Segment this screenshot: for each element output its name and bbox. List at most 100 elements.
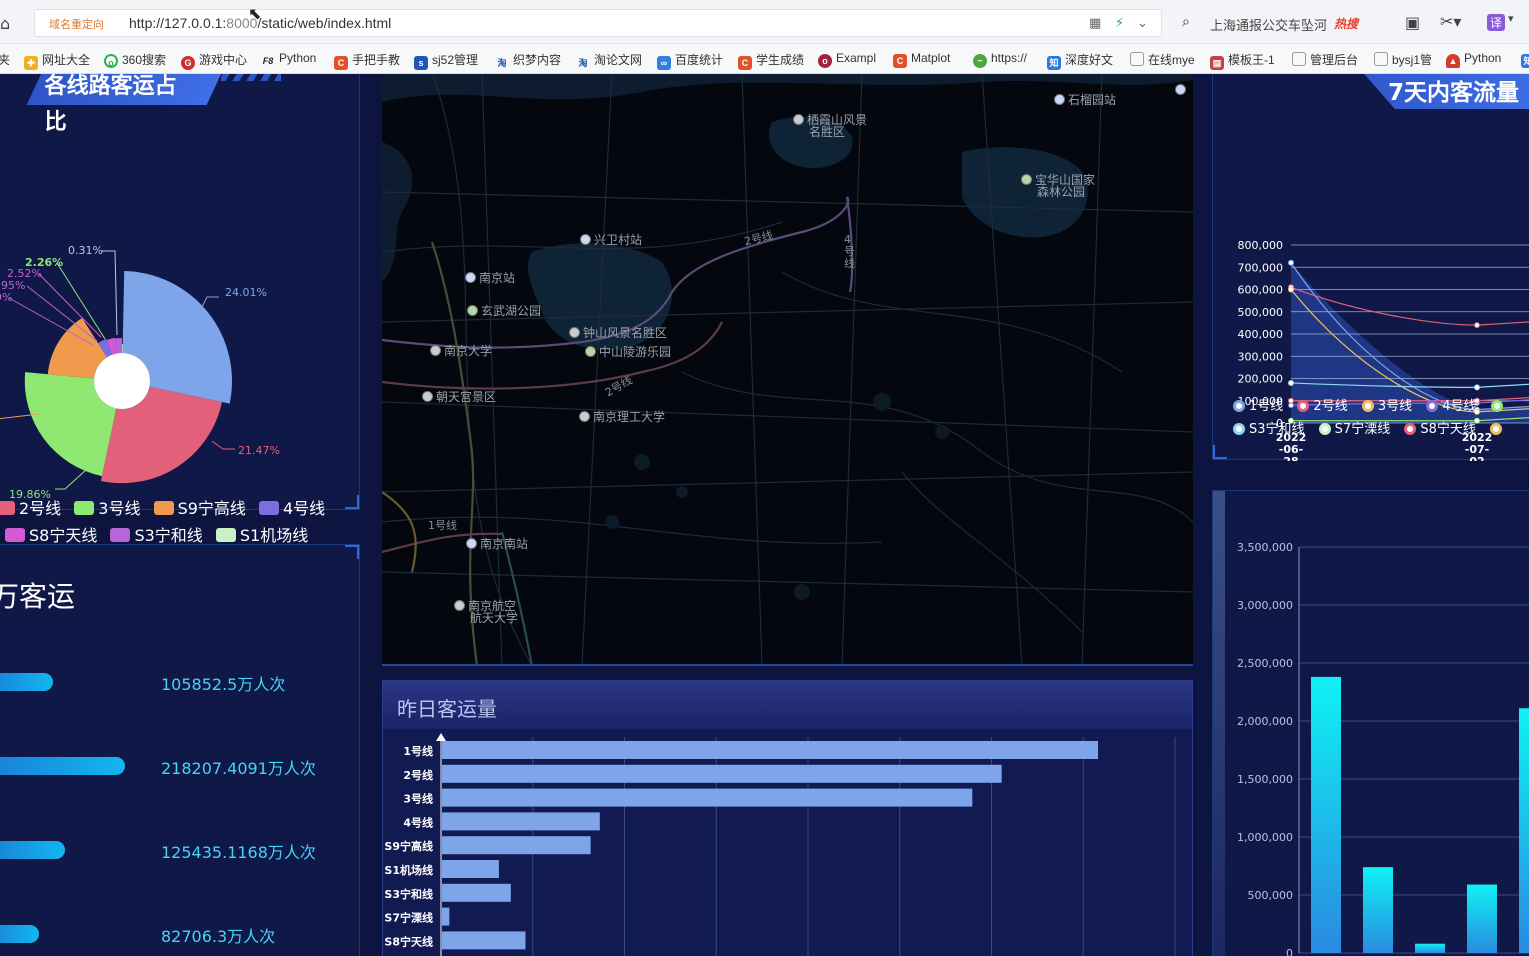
legend-label[interactable]: 1号线 — [1249, 399, 1283, 414]
park — [794, 584, 810, 600]
bookmark-19[interactable]: bysj1管 — [1374, 51, 1432, 67]
bookmark-6[interactable]: C 手把手教 — [334, 51, 400, 70]
poi-xuanwu[interactable]: 玄武湖公园 — [467, 305, 541, 317]
poi-qixia[interactable]: 栖霞山风景 名胜区 — [793, 114, 867, 138]
series-point — [1288, 259, 1294, 266]
poi-zhongshanling[interactable]: 中山陵游乐园 — [585, 346, 671, 358]
poi-nju[interactable]: 南京大学 — [430, 345, 492, 357]
map-view[interactable]: 栖霞山风景 名胜区 石榴园站 宝华山国家 森林公园 兴卫村站 南京站 玄武湖公园 钟… — [382, 74, 1193, 666]
bookmark-11[interactable]: C 学生成绩 — [738, 51, 804, 70]
bookmark-1[interactable]: 夹 — [0, 51, 10, 67]
progress-value: 125435.1168万人次 — [161, 843, 316, 862]
poi-icon — [1054, 94, 1065, 105]
bookmark-20[interactable]: ▲ Python — [1446, 51, 1501, 68]
pie-label-2: 21.47% — [238, 444, 280, 457]
bookmark-10[interactable]: ∞ 百度统计 — [657, 51, 723, 70]
mobanwang-icon: ▤ — [1210, 56, 1224, 70]
legend-label[interactable]: 4号线 — [1442, 399, 1476, 414]
search-box[interactable]: ⌕ 上海通报公交车坠河 热搜 — [1176, 9, 1386, 37]
bookmark-15[interactable]: 知深度好文 — [1047, 51, 1113, 70]
poi-zhongshan[interactable]: 钟山风景名胜区 — [569, 327, 667, 339]
poi-icon — [466, 538, 477, 549]
bookmark-5[interactable]: F8 Python — [261, 51, 317, 67]
poi-blue-pin[interactable] — [1175, 84, 1189, 96]
series-point — [1288, 379, 1294, 386]
legend-label[interactable]: S1机场线 — [240, 526, 308, 545]
poi-xingweicun[interactable]: 兴卫村站 — [580, 234, 642, 246]
bookmark-13[interactable]: C Matplot — [893, 51, 950, 68]
bookmark-16[interactable]: 在线mye — [1130, 51, 1195, 67]
poi-chaotiangong[interactable]: 朝天宫景区 — [422, 391, 496, 403]
legend-label[interactable]: 2号线 — [19, 499, 61, 518]
bookmark-18[interactable]: 管理后台 — [1292, 51, 1358, 67]
progress-value: 218207.4091万人次 — [161, 759, 316, 778]
bookmark-14[interactable]: ~ https:// — [973, 51, 1027, 68]
poi-icon — [580, 234, 591, 245]
progress-panel: 万客运 105852.5万人次 218207.4091万人次 125435.1168… — [0, 544, 360, 956]
url-path: /static/web/index.html — [257, 15, 392, 31]
x-tick-label: 28 — [1283, 455, 1298, 461]
poi-label: 南京站 — [479, 271, 516, 285]
chevron-down-icon[interactable]: ⌄ — [1137, 16, 1148, 31]
address-bar[interactable]: 域名重定向 http://127.0.0.1:8000/static/web/i… — [34, 9, 1162, 37]
legend-label[interactable]: 2号线 — [1313, 399, 1347, 414]
poi-nuaa[interactable]: 南京航空 航天大学 — [454, 600, 518, 624]
y-tick-label: 0 — [1286, 947, 1293, 956]
dropdown-icon[interactable]: ▾ — [1508, 12, 1514, 25]
poi-baohua[interactable]: 宝华山国家 森林公园 — [1021, 174, 1095, 198]
category-label: 1号线 — [403, 744, 433, 758]
poi-label: 名胜区 — [809, 125, 846, 139]
home-icon[interactable]: ⌂ — [0, 14, 10, 33]
legend-label[interactable]: 3号线 — [98, 499, 140, 518]
legend-label[interactable]: S7宁溧线 — [1335, 422, 1391, 437]
legend-label[interactable]: S9宁高线 — [178, 499, 246, 518]
translate-icon[interactable]: 译 — [1487, 14, 1506, 31]
legend-swatch — [0, 501, 15, 515]
bookmark-label: bysj1管 — [1392, 53, 1433, 67]
bookmark-label: 夹 — [0, 53, 10, 67]
park — [935, 425, 949, 439]
reader-icon[interactable]: ▣ — [1405, 13, 1420, 32]
poi-nanjing-south[interactable]: 南京南站 — [466, 538, 528, 550]
bar — [442, 860, 499, 878]
category-label: S9宁高线 — [384, 839, 433, 853]
bookmark-label: 在线mye — [1148, 53, 1195, 67]
legend-label[interactable]: 3号线 — [1378, 399, 1412, 414]
scissors-icon[interactable]: ✂▾ — [1440, 12, 1461, 31]
lightning-icon[interactable]: ⚡ — [1115, 16, 1124, 31]
bookmark-9[interactable]: 淘淘论文网 — [576, 51, 642, 68]
legend-label[interactable]: S3宁和线 — [1249, 422, 1305, 437]
y-tick-label: 600,000 — [1238, 284, 1284, 297]
bookmark-17[interactable]: ▤ 模板王-1 — [1210, 51, 1275, 70]
poi-shiliuyuan[interactable]: 石榴园站 — [1054, 94, 1116, 106]
bookmark-12[interactable]: o Exampl — [818, 51, 876, 68]
y-tick-label: 800,000 — [1238, 239, 1284, 252]
legend-swatch — [215, 528, 236, 542]
baidu-icon: ∞ — [657, 56, 671, 70]
bookmark-3[interactable]: o 360搜索 — [104, 51, 167, 68]
seven-day-panel: 7天内客流量 800,000 700,000 600,000 500,000 400,0… — [1212, 74, 1529, 461]
legend-swatch — [74, 501, 95, 515]
poi-icon — [465, 272, 476, 283]
redirect-badge: 域名重定向 — [49, 18, 104, 31]
bookmark-label: 360搜索 — [122, 53, 167, 67]
legend-label[interactable]: S8宁天线 — [29, 526, 97, 545]
bar — [442, 931, 526, 950]
grid-icon[interactable]: ▦ — [1089, 16, 1101, 31]
poi-label: 中山陵游乐园 — [599, 345, 672, 359]
y-tick-label: 2,000,000 — [1237, 715, 1293, 728]
bookmark-2[interactable]: ✚ 网址大全 — [24, 51, 90, 70]
legend-label[interactable]: S8宁天线 — [1420, 422, 1476, 437]
poi-njust[interactable]: 南京理工大学 — [579, 411, 665, 423]
hot-badge: 热搜 — [1334, 17, 1359, 31]
poi-nanjing-station[interactable]: 南京站 — [465, 272, 515, 284]
bar — [442, 764, 1002, 783]
legend-marker — [1233, 400, 1245, 412]
legend-label[interactable]: 4号线 — [283, 499, 325, 518]
line-legend-row-2: S3宁和线 S7宁溧线 S8宁天线 — [1233, 418, 1506, 437]
legend-label[interactable]: S3宁和线 — [134, 526, 202, 545]
bookmark-4[interactable]: G 游戏中心 — [181, 51, 247, 70]
bookmark-8[interactable]: 淘织梦内容 — [495, 51, 561, 68]
bookmark-21[interactable]: 知 — [1521, 51, 1529, 68]
bookmark-7[interactable]: s sj52管理 — [414, 51, 478, 70]
